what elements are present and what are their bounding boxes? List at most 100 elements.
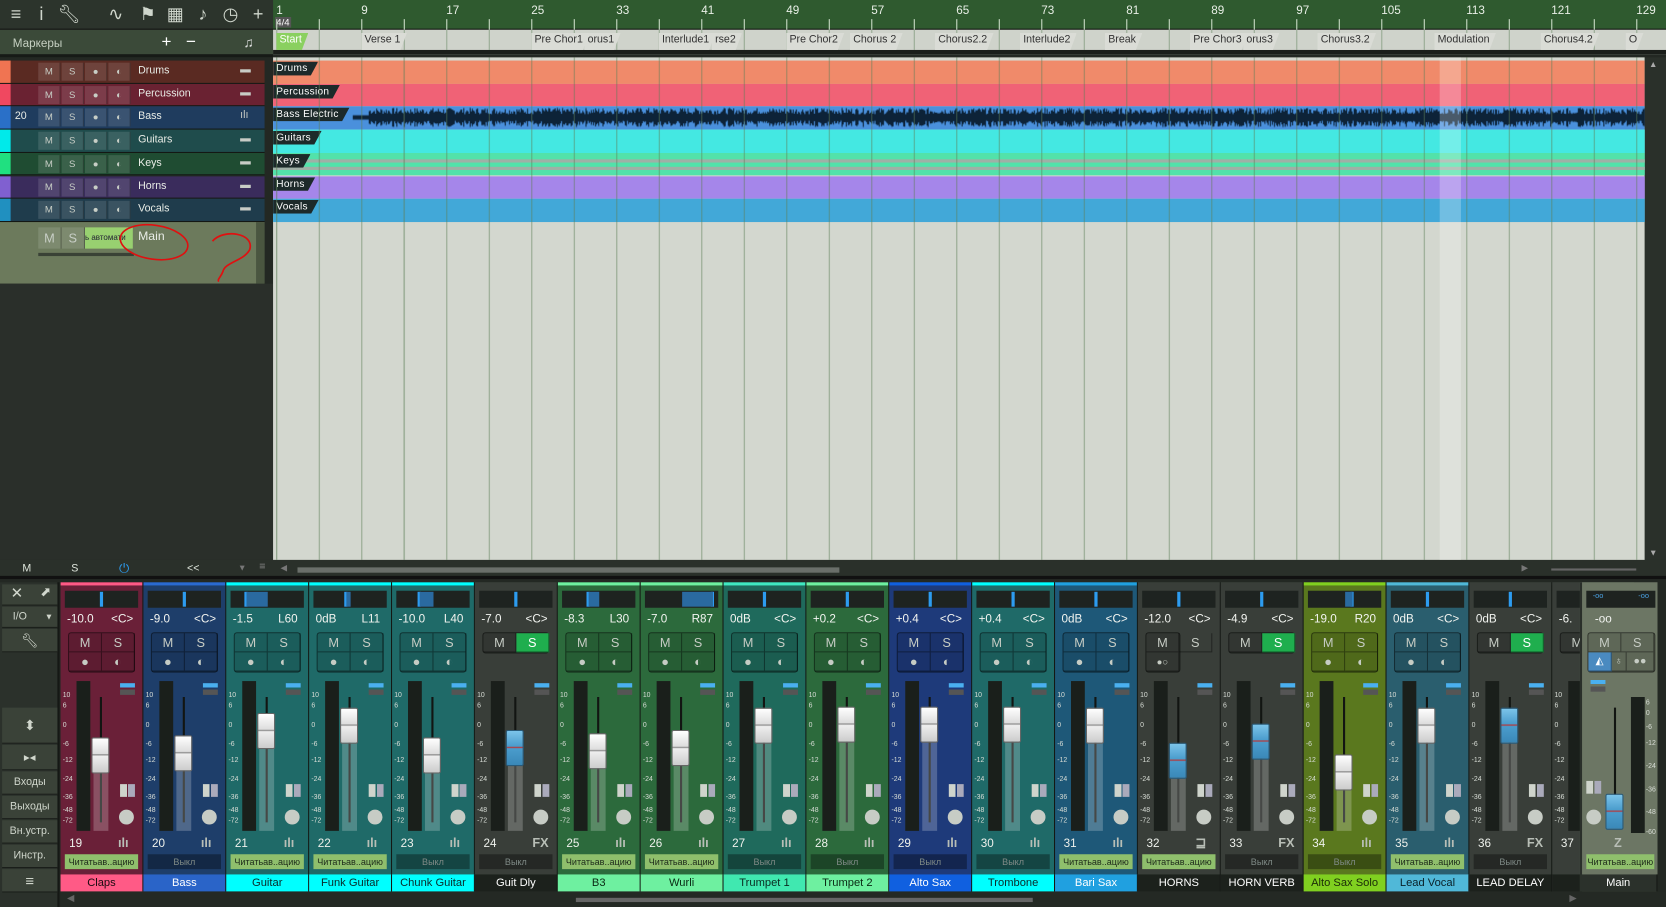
pan-value[interactable]: R20 [1350, 613, 1380, 626]
knob-icon[interactable] [450, 809, 466, 825]
channel-label[interactable]: HORNS [1137, 874, 1221, 892]
volume-value[interactable]: -4.9 [1227, 613, 1247, 626]
wrench-icon[interactable]: 🔧︎ [57, 3, 81, 26]
solo-button[interactable]: S [61, 177, 84, 197]
volume-value[interactable]: 0dB [1476, 613, 1497, 626]
time-signature[interactable]: 4/4 [275, 17, 291, 28]
track-color-strip[interactable] [0, 152, 11, 175]
volume-value[interactable]: 0dB [1393, 613, 1414, 626]
monitor-button[interactable]: ◐ [765, 652, 798, 672]
knob-icon[interactable] [1030, 809, 1046, 825]
monitor-button[interactable]: ◐ [1096, 652, 1130, 672]
instrument-icon[interactable]: ılı [1444, 835, 1455, 850]
instruments-button[interactable]: Инстр. [2, 844, 58, 869]
track-color-strip[interactable] [0, 106, 11, 129]
automation-input[interactable]: Читатьав..ацию [644, 854, 719, 870]
track-color-strip[interactable] [0, 175, 11, 198]
music-note-icon[interactable]: ♫ [243, 34, 253, 50]
track-header-horns[interactable]: M S ● ◐ Horns ▬ [0, 175, 265, 199]
instrument-icon[interactable]: ılı [615, 835, 626, 850]
timeline-ruler[interactable]: 4/4 1 9 17 25 33 41 49 57 65 73 81 89 97 105 113 121 129 [273, 0, 1666, 30]
record-arm-button[interactable]: ● [234, 652, 268, 672]
mute-button[interactable]: M [69, 633, 102, 653]
solo-button[interactable]: S [765, 633, 798, 653]
routing-icon[interactable] [534, 683, 550, 695]
volume-value[interactable]: +0.2 [813, 613, 836, 626]
remove-marker-button[interactable]: − [186, 33, 196, 52]
volume-value[interactable]: 0dB [1061, 613, 1082, 626]
volume-value[interactable]: -1.5 [233, 613, 253, 626]
record-arm-button[interactable]: ● [566, 652, 600, 672]
automation-input[interactable]: Читатьав..ацию [562, 854, 636, 870]
pan-slider[interactable] [230, 590, 304, 608]
track-color-strip[interactable] [0, 129, 11, 152]
pan-value[interactable]: <C> [522, 613, 552, 626]
stereo-icon[interactable] [1114, 784, 1130, 797]
stereo-icon[interactable] [534, 784, 550, 797]
knob-icon[interactable] [1279, 809, 1295, 825]
marker[interactable]: Start [276, 33, 308, 50]
mute-button[interactable]: M [400, 633, 434, 653]
stereo-icon[interactable] [783, 784, 798, 797]
solo-button[interactable]: S [847, 633, 881, 653]
close-mixer-icon[interactable]: ✕ ⬈ [2, 584, 58, 606]
marker[interactable]: Chorus4.2 [1541, 33, 1600, 50]
horizontal-scrollbar[interactable] [297, 567, 840, 573]
mute-button[interactable]: M [38, 154, 61, 173]
volume-fader[interactable] [257, 712, 276, 749]
knob-icon[interactable] [119, 809, 134, 825]
channel-label[interactable]: Guitar [226, 874, 310, 892]
arrangement-view[interactable]: Drums Percussion Bass Electric Guitars Keys H… [273, 57, 1645, 560]
volume-fader[interactable] [1251, 723, 1270, 760]
record-button[interactable]: ● [85, 201, 108, 220]
knob-icon[interactable] [1445, 809, 1460, 825]
scroll-right-icon[interactable]: ▶ [1522, 563, 1529, 573]
routing-icon[interactable] [1446, 683, 1461, 695]
monitor-button[interactable]: ◐ [930, 652, 964, 672]
track-name[interactable]: Horns [138, 180, 166, 192]
pan-value[interactable]: <C> [1185, 613, 1215, 626]
volume-fader[interactable] [588, 732, 607, 769]
pan-slider[interactable] [313, 590, 387, 608]
automation-input[interactable]: Выкл [810, 854, 884, 870]
track-header-bass[interactable]: 20 M S ● ◐ Bass ılı [0, 106, 265, 130]
zoom-slider[interactable] [1551, 568, 1637, 571]
knob-icon[interactable] [533, 809, 549, 825]
main-solo-button[interactable]: S [1621, 633, 1655, 653]
volume-value[interactable]: -10.0 [67, 613, 94, 626]
record-button[interactable]: ● [85, 131, 108, 150]
record-button[interactable]: ● [85, 108, 108, 127]
routing-icon[interactable] [700, 683, 716, 695]
link-icon[interactable]: ●● [1626, 652, 1655, 672]
pan-value[interactable]: <C> [1516, 613, 1546, 626]
routing-icon[interactable] [865, 683, 881, 695]
pan-slider[interactable] [644, 590, 719, 608]
track-header-drums[interactable]: M S ● ◐ Drums ▬ [0, 60, 265, 84]
pan-value[interactable]: <C> [190, 613, 220, 626]
mute-button[interactable]: M [483, 633, 517, 653]
volume-value[interactable]: -6. [1559, 613, 1573, 626]
knob-icon[interactable] [201, 809, 217, 825]
monitor-button[interactable]: ◐ [102, 652, 135, 672]
volume-value[interactable]: 0dB [316, 613, 337, 626]
main-mute-button[interactable]: M [1588, 633, 1622, 653]
automation-input[interactable]: Выкл [976, 854, 1050, 870]
instrument-icon[interactable]: ılı [864, 835, 875, 850]
routing-icon[interactable] [451, 683, 467, 695]
instrument-icon[interactable]: ılı [781, 835, 792, 850]
record-arm-button[interactable]: ● [151, 652, 185, 672]
automation-input[interactable]: Выкл [1225, 854, 1299, 870]
monitor-button[interactable]: ◐ [1345, 652, 1379, 672]
automation-input[interactable]: Читатьав..ацию [64, 854, 139, 870]
list-icon[interactable]: ≡ [259, 561, 265, 573]
marker[interactable]: orus3 [1243, 33, 1279, 50]
vertical-scrollbar[interactable]: ▲ ▼ [1644, 57, 1666, 560]
instrument-icon[interactable]: ılı [1030, 835, 1041, 850]
stereo-icon[interactable] [1363, 784, 1379, 797]
record-arm-button[interactable]: ● [317, 652, 351, 672]
monitor-button[interactable]: ◐ [599, 652, 633, 672]
track-name[interactable]: Bass [138, 111, 162, 123]
monitor-button[interactable]: ◐ [108, 85, 131, 104]
track-header-percussion[interactable]: M S ● ◐ Percussion ▬ [0, 83, 265, 107]
solo-button[interactable]: S [1428, 633, 1461, 653]
